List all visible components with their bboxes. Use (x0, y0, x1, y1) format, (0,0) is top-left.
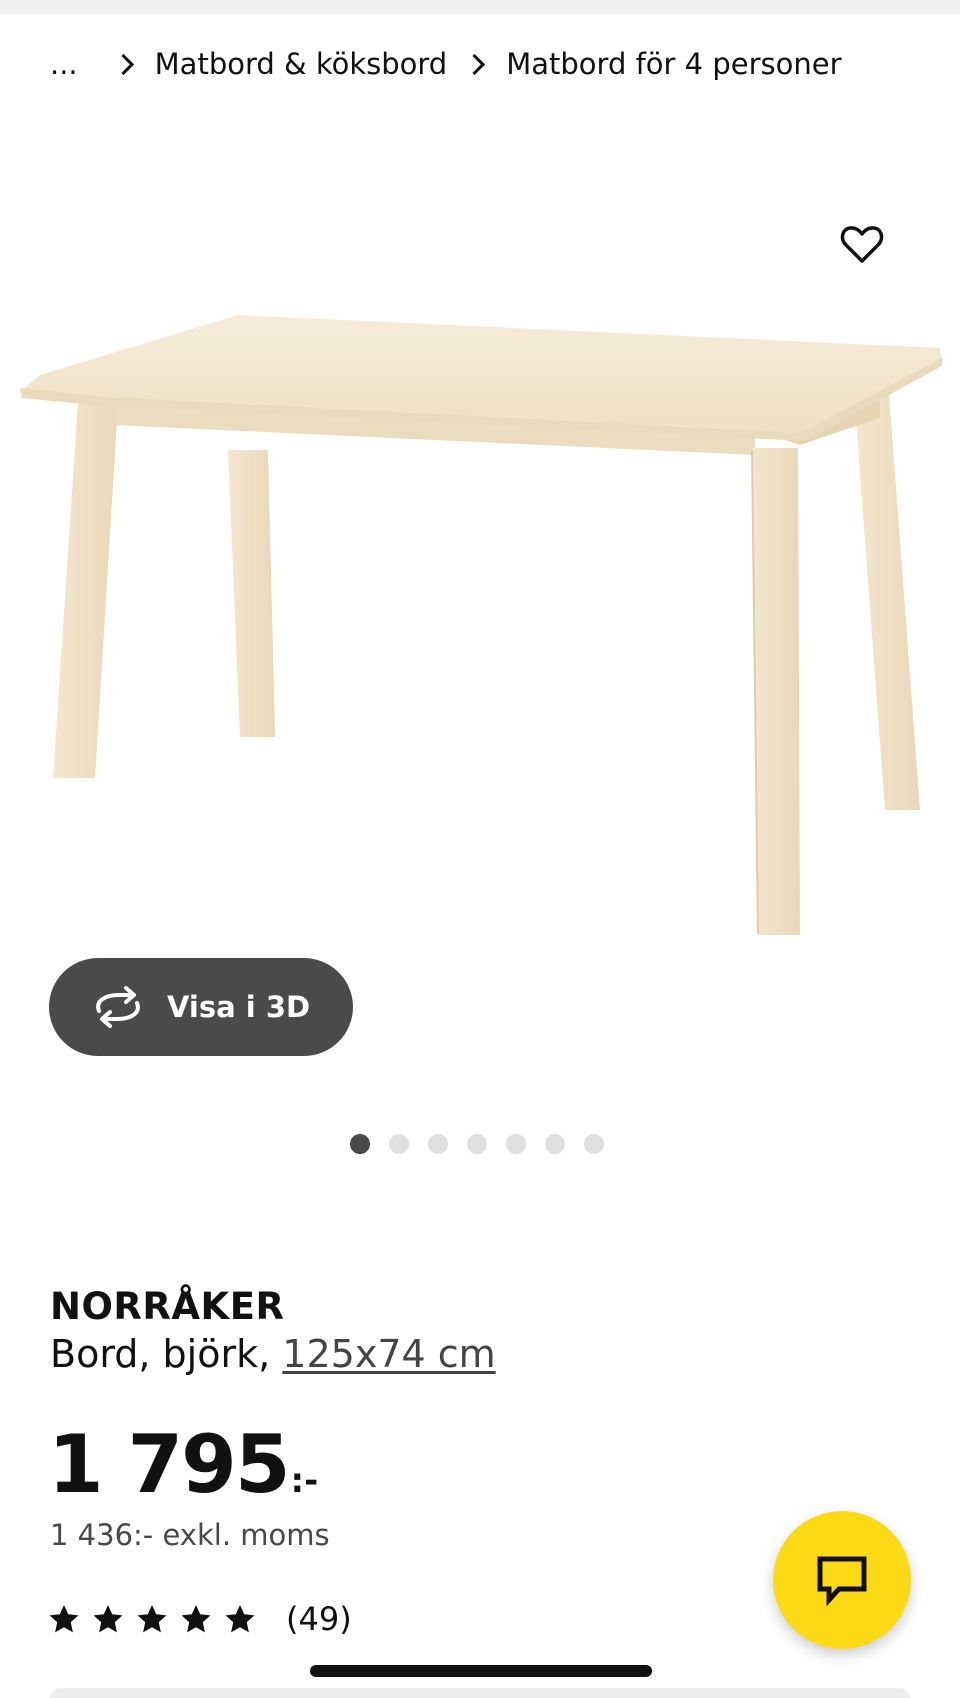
rotate-arrows-icon (96, 986, 140, 1028)
star-icon (137, 1605, 167, 1633)
chat-bubble-icon (817, 1556, 867, 1606)
breadcrumb-ellipsis[interactable]: ... (50, 47, 78, 81)
carousel-dot[interactable] (506, 1134, 526, 1154)
home-indicator[interactable] (310, 1665, 652, 1677)
rating-count: (49) (286, 1600, 352, 1638)
bottom-sheet-edge (50, 1688, 910, 1698)
favorite-heart-icon[interactable] (838, 220, 886, 268)
product-image[interactable] (0, 300, 960, 950)
carousel-dot[interactable] (389, 1134, 409, 1154)
product-price: 1 795 :- (48, 1418, 318, 1511)
product-description: Bord, björk, 125x74 cm (50, 1332, 496, 1376)
rating[interactable]: (49) (48, 1600, 352, 1638)
product-name: NORRÅKER (50, 1285, 285, 1328)
breadcrumb: ... Matbord & köksbord Matbord för 4 per… (50, 42, 842, 86)
carousel-dot[interactable] (428, 1134, 448, 1154)
carousel-dot[interactable] (545, 1134, 565, 1154)
breadcrumb-item-matbord-koksbord[interactable]: Matbord & köksbord (155, 47, 448, 81)
product-size-link[interactable]: 125x74 cm (282, 1332, 495, 1376)
star-icon (93, 1605, 123, 1633)
product-type: Bord, björk, (50, 1332, 271, 1376)
chevron-right-icon (464, 53, 486, 75)
star-icon (225, 1605, 255, 1633)
image-carousel-dots (350, 1134, 604, 1154)
status-strip (0, 0, 960, 14)
carousel-dot[interactable] (350, 1134, 370, 1154)
carousel-dot[interactable] (467, 1134, 487, 1154)
star-icon (49, 1605, 79, 1633)
price-excl-vat: 1 436:- exkl. moms (50, 1518, 330, 1552)
carousel-dot[interactable] (584, 1134, 604, 1154)
chat-button[interactable] (773, 1511, 911, 1649)
chevron-right-icon (112, 53, 134, 75)
price-amount: 1 795 (48, 1418, 291, 1511)
breadcrumb-item-matbord-4-personer[interactable]: Matbord för 4 personer (506, 47, 841, 81)
view-in-3d-button[interactable]: Visa i 3D (49, 958, 353, 1056)
price-suffix: :- (290, 1461, 319, 1501)
view-in-3d-label: Visa i 3D (167, 990, 311, 1024)
star-icon (181, 1605, 211, 1633)
